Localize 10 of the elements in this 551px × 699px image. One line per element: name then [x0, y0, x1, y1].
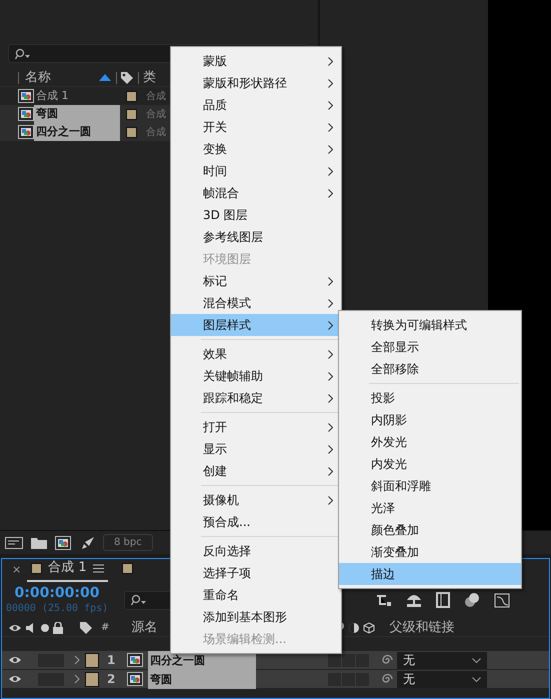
layer-number: 1: [107, 652, 116, 669]
item-type: 合成: [146, 90, 166, 104]
frame-rate: 00000 (25.00 fps): [4, 602, 110, 616]
item-name: 合成 1: [35, 88, 70, 104]
item-type: 合成: [146, 108, 166, 122]
item-name: 弯圆: [34, 105, 120, 123]
item-name: 四分之一圆: [34, 123, 120, 141]
layer-number: 2: [107, 671, 116, 688]
item-type: 合成: [146, 126, 166, 140]
column-header: #: [101, 621, 110, 635]
